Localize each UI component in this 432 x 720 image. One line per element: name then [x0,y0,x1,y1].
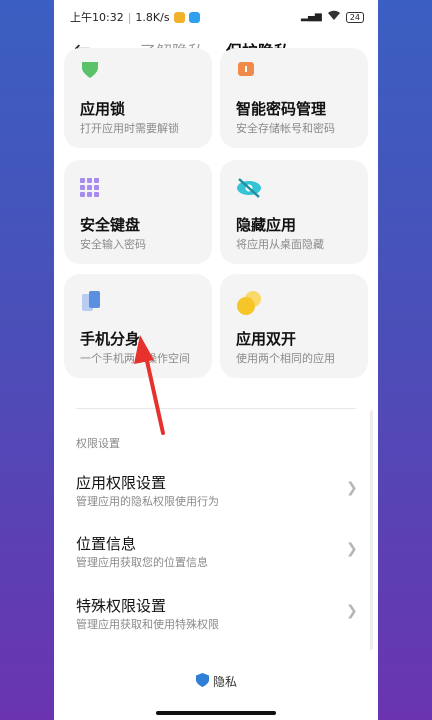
password-icon [236,62,256,82]
card-desc: 打开应用时需要解锁 [80,122,179,135]
card-title: 智能密码管理 [236,100,327,118]
card-desc: 一个手机两个操作空间 [80,352,190,365]
list-item-location[interactable]: 位置信息 管理应用获取您的位置信息 ❯ [54,533,378,593]
battery-icon: 24 [345,11,364,23]
home-indicator[interactable] [156,711,276,715]
keyboard-icon [80,178,102,202]
app-lock-card[interactable]: 应用锁 打开应用时需要解锁 [64,48,212,148]
list-item-desc: 管理应用的隐私权限使用行为 [76,495,219,508]
card-title: 隐藏应用 [236,216,297,234]
chevron-right-icon: ❯ [346,603,358,619]
wifi-icon [327,10,341,24]
card-desc: 将应用从桌面隐藏 [236,238,324,251]
card-title: 应用锁 [80,100,126,118]
section-title: 权限设置 [76,437,120,450]
card-desc: 使用两个相同的应用 [236,352,335,365]
card-title: 手机分身 [80,330,141,348]
secure-keyboard-card[interactable]: 安全键盘 安全输入密码 [64,160,212,264]
second-space-icon [80,290,104,318]
list-item-title: 位置信息 [76,535,137,553]
password-manager-card[interactable]: 智能密码管理 安全存储帐号和密码 [220,48,368,148]
eye-hidden-icon [236,178,262,202]
footer-brand: 隐私 [196,673,237,690]
dual-apps-icon [236,290,264,320]
phone-screen: 上午10:32 | 1.8K/s ▂▄▆ 24 ← 了解隐私 保护隐私 应用锁 … [54,0,378,720]
list-item-app-permissions[interactable]: 应用权限设置 管理应用的隐私权限使用行为 ❯ [54,472,378,532]
status-time: 上午10:32 [70,11,124,24]
card-title: 应用双开 [236,330,297,348]
signal-icon: ▂▄▆ [301,12,322,22]
notification-icon [173,11,185,23]
second-space-card[interactable]: 手机分身 一个手机两个操作空间 [64,274,212,378]
notification-icon [188,11,200,23]
list-item-special-permissions[interactable]: 特殊权限设置 管理应用获取和使用特殊权限 ❯ [54,595,378,655]
divider [76,408,356,409]
chevron-right-icon: ❯ [346,480,358,496]
dual-apps-card[interactable]: 应用双开 使用两个相同的应用 [220,274,368,378]
network-speed: 1.8K/s [135,10,170,24]
list-item-desc: 管理应用获取和使用特殊权限 [76,618,219,631]
list-item-desc: 管理应用获取您的位置信息 [76,556,208,569]
card-desc: 安全存储帐号和密码 [236,122,335,135]
list-item-title: 应用权限设置 [76,474,167,492]
chevron-right-icon: ❯ [346,541,358,557]
shield-lock-icon [80,62,100,82]
card-title: 安全键盘 [80,216,141,234]
footer-label: 隐私 [213,675,238,689]
privacy-shield-icon [196,673,209,690]
hide-apps-card[interactable]: 隐藏应用 将应用从桌面隐藏 [220,160,368,264]
status-bar: 上午10:32 | 1.8K/s ▂▄▆ 24 [54,0,378,34]
list-item-title: 特殊权限设置 [76,597,167,615]
card-desc: 安全输入密码 [80,238,146,251]
